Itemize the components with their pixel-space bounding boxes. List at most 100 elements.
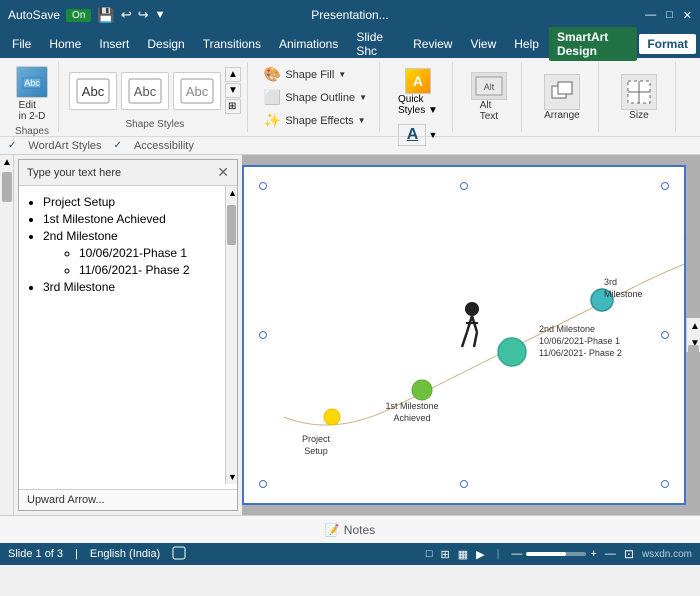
autosave-label: AutoSave — [8, 8, 60, 22]
wordart-group: A QuickStyles ▼ A ▼ — [384, 62, 453, 132]
shapes-group-label: Shapes — [15, 124, 49, 137]
save-icon[interactable]: 💾 — [97, 7, 114, 24]
view-reading-btn[interactable]: ▦ — [458, 548, 468, 561]
menu-review[interactable]: Review — [405, 34, 460, 54]
arrange-content: Arrange — [532, 64, 592, 130]
smartart-svg: Project Setup 1st Milestone Achieved 2nd… — [254, 177, 686, 477]
style-scroll-down[interactable]: ▼ — [225, 83, 241, 98]
zoom-out-btn[interactable]: — — [511, 548, 522, 560]
outline-subitem-3a: 10/06/2021-Phase 1 — [79, 246, 229, 260]
text-a-dropdown[interactable]: ▼ — [428, 130, 437, 140]
view-normal-btn[interactable]: □ — [426, 548, 433, 560]
style-btn-1[interactable]: Abc — [69, 72, 117, 110]
edit-label: Editin 2-D — [19, 100, 46, 122]
scroll-up-btn[interactable]: ▲ — [0, 155, 13, 170]
zoom-in-btn[interactable]: + — [590, 548, 596, 560]
menu-transitions[interactable]: Transitions — [195, 34, 269, 54]
dot-milestone1 — [412, 380, 432, 400]
fit-page-btn[interactable]: ⊡ — [624, 547, 634, 561]
outline-item-1: Project Setup — [43, 195, 229, 209]
main-area: ▲ Type your text here ✕ ▲ ▼ Project Setu… — [0, 155, 700, 515]
close-btn[interactable]: ✕ — [683, 9, 692, 22]
quick-styles-button[interactable]: A QuickStyles ▼ — [390, 64, 446, 120]
customize-icon[interactable]: ▼ — [155, 9, 166, 21]
text-scroll-down[interactable]: ▼ — [226, 470, 237, 484]
notes-icon: 📝 — [325, 523, 340, 537]
menu-insert[interactable]: Insert — [91, 34, 137, 54]
text-pane: Type your text here ✕ ▲ ▼ Project Setup … — [18, 159, 238, 511]
maximize-btn[interactable]: □ — [666, 9, 673, 22]
text-a-row: A ▼ — [398, 124, 437, 146]
menu-smartart-design[interactable]: SmartArt Design — [549, 27, 637, 61]
ribbon-bottom: ✓ WordArt Styles ✓ Accessibility — [0, 136, 700, 154]
autosave-toggle[interactable]: On — [66, 9, 91, 22]
zoom-divider: | — [497, 548, 500, 560]
redo-icon[interactable]: ↪ — [138, 7, 149, 23]
wsxdn-logo: wsxdn.com — [642, 549, 692, 560]
menu-help[interactable]: Help — [506, 34, 547, 54]
scrollbar-up-btn[interactable]: ▲ — [687, 318, 700, 335]
svg-text:Abc: Abc — [24, 78, 40, 88]
shape-fill-button[interactable]: 🎨 Shape Fill ▼ — [258, 64, 352, 85]
outline-icon: ⬜ — [264, 89, 281, 106]
size-content: Size — [609, 64, 669, 130]
text-pane-content: Project Setup 1st Milestone Achieved 2nd… — [19, 186, 237, 486]
size-button[interactable]: Size — [609, 70, 669, 125]
shape-styles-content: Abc Abc Abc ▲ ▼ ⊞ — [69, 64, 241, 117]
shape-styles-group: Abc Abc Abc ▲ ▼ ⊞ Shape Styles — [63, 62, 248, 132]
menu-format[interactable]: Format — [639, 34, 696, 54]
slide[interactable]: Project Setup 1st Milestone Achieved 2nd… — [242, 165, 686, 505]
svg-text:Abc: Abc — [134, 84, 157, 99]
size-label: Size — [629, 110, 648, 121]
label-m3-line1: 3rd — [604, 277, 617, 287]
menu-slideshow[interactable]: Slide Shc — [348, 27, 403, 61]
handle-bm[interactable] — [460, 480, 468, 488]
alt-text-content: Alt AltText — [463, 64, 515, 130]
left-scroll-track — [0, 172, 13, 202]
accessibility-label: Accessibility — [134, 140, 194, 152]
style-btn-2[interactable]: Abc — [121, 72, 169, 110]
zoom-fill — [526, 552, 566, 556]
alt-text-label: AltText — [480, 100, 498, 122]
menu-bar: File Home Insert Design Transitions Anim… — [0, 30, 700, 58]
shape-effects-button[interactable]: ✨ Shape Effects ▼ — [258, 110, 372, 131]
shape-outline-button[interactable]: ⬜ Shape Outline ▼ — [258, 87, 373, 108]
scrollbar-thumb[interactable] — [688, 345, 699, 375]
style-btn-3[interactable]: Abc — [173, 72, 221, 110]
menu-home[interactable]: Home — [41, 34, 89, 54]
menu-animations[interactable]: Animations — [271, 34, 346, 54]
svg-text:Abc: Abc — [82, 84, 105, 99]
menu-view[interactable]: View — [462, 34, 504, 54]
text-pane-close-btn[interactable]: ✕ — [217, 164, 229, 181]
handle-br[interactable] — [661, 480, 669, 488]
label-m2-phase2: 11/06/2021- Phase 2 — [539, 348, 622, 358]
arrange-icon — [544, 74, 580, 110]
alt-text-button[interactable]: Alt AltText — [463, 68, 515, 126]
style-more-btn[interactable]: ⊞ — [225, 99, 241, 114]
handle-bl[interactable] — [259, 480, 267, 488]
zoom-slider: — + — [511, 548, 596, 560]
menu-design[interactable]: Design — [139, 34, 192, 54]
view-slideshow-btn[interactable]: ▶ — [476, 548, 484, 561]
zoom-bar[interactable] — [526, 552, 586, 556]
shapes-group: Abc Editin 2-D Shapes — [6, 62, 59, 132]
view-slidesorter-btn[interactable]: ⊞ — [441, 548, 450, 561]
text-scroll-track — [226, 200, 237, 470]
fill-dropdown-arrow: ▼ — [338, 70, 346, 79]
text-scroll-up[interactable]: ▲ — [226, 186, 237, 200]
minimize-btn[interactable]: — — [645, 9, 656, 22]
style-scroll-up[interactable]: ▲ — [225, 67, 241, 82]
checkmark-wordart: ✓ — [8, 140, 16, 151]
dot-project-setup — [324, 409, 340, 425]
slide-info: Slide 1 of 3 — [8, 548, 63, 560]
undo-icon[interactable]: ↩ — [121, 7, 132, 23]
label-m2-phase1: 10/06/2021-Phase 1 — [539, 336, 620, 346]
shape-effects-label: Shape Effects — [285, 115, 353, 127]
arrange-button[interactable]: Arrange — [532, 70, 592, 125]
menu-file[interactable]: File — [4, 34, 39, 54]
notes-bar[interactable]: 📝 Notes — [0, 515, 700, 543]
left-scroll-thumb — [2, 172, 12, 202]
slide-container: Project Setup 1st Milestone Achieved 2nd… — [242, 155, 700, 515]
edit-in-2d-button[interactable]: Abc Editin 2-D — [12, 64, 52, 124]
status-divider: | — [75, 548, 78, 560]
